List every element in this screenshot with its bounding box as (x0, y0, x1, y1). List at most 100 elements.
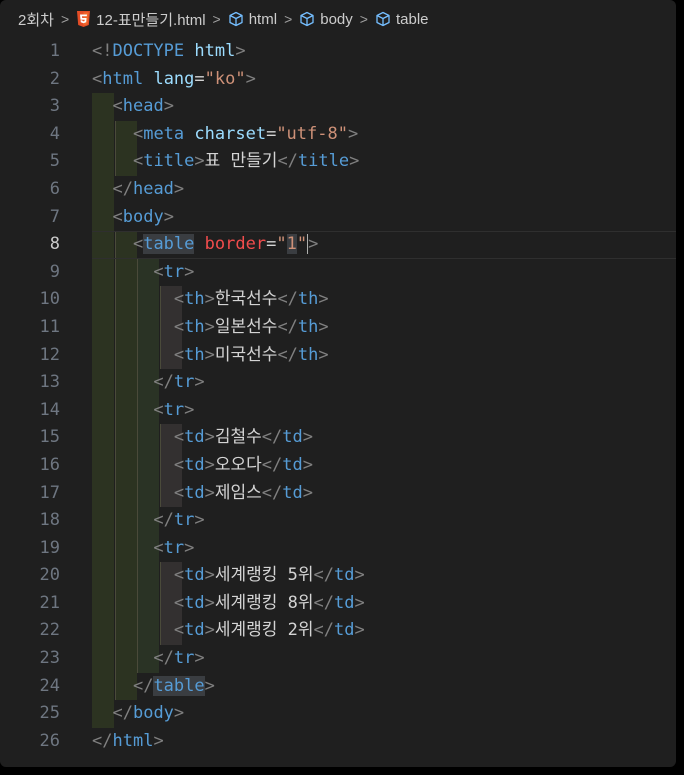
code-token: > (235, 41, 246, 61)
code-token: > (347, 123, 359, 144)
code-line[interactable]: 13 </tr> (0, 369, 676, 397)
code-editor[interactable]: 2회차 > 12-표만들기.html > html > body > table… (0, 0, 676, 767)
code-line[interactable]: 9 <tr> (0, 258, 676, 287)
code-token: < (173, 427, 185, 448)
code-token: > (349, 151, 360, 172)
code-text: <td>김철수</td> (92, 424, 313, 452)
code-token: " (296, 234, 308, 255)
code-token: td (184, 482, 205, 503)
code-token: < (112, 206, 123, 227)
code-line[interactable]: 25 </body> (0, 700, 676, 728)
code-token: </ (313, 592, 335, 613)
code-token: th (297, 316, 319, 337)
code-line[interactable]: 10 <th>한국선수</th> (0, 286, 676, 314)
code-line[interactable]: 11 <th>일본선수</th> (0, 313, 676, 342)
code-token: 오오다 (214, 454, 262, 475)
breadcrumb-folder[interactable]: 2회차 (18, 9, 54, 30)
code-line[interactable]: 17 <td>제임스</td> (0, 479, 676, 508)
code-token: < (112, 96, 123, 117)
code-token: > (184, 537, 195, 558)
code-token: tr (163, 399, 185, 420)
code-token: = (266, 234, 277, 255)
code-token: < (173, 454, 185, 475)
code-line[interactable]: 2 <html lang="ko"> (0, 66, 676, 94)
code-line[interactable]: 26 </html> (0, 728, 676, 756)
code-text: <td>세계랭킹 5위</td> (92, 562, 365, 590)
code-line[interactable]: 4 <meta charset="utf-8"> (0, 120, 676, 149)
breadcrumb-file[interactable]: 12-표만들기.html (76, 9, 206, 30)
code-token: = (266, 123, 277, 144)
code-token: DOCTYPE (112, 41, 185, 61)
code-token: < (173, 592, 185, 613)
code-line[interactable]: 3 <head> (0, 93, 676, 121)
code-token: > (302, 427, 314, 448)
code-token: > (318, 344, 329, 365)
code-token: > (204, 592, 215, 613)
code-token: </ (277, 151, 298, 172)
line-number: 3 (49, 96, 60, 117)
code-token: 미국선수 (214, 344, 278, 365)
code-text: </tr> (92, 507, 204, 535)
code-token: > (163, 206, 174, 227)
code-token: th (184, 316, 205, 337)
code-line[interactable]: 6 </head> (0, 175, 676, 204)
code-line[interactable]: 24 </table> (0, 672, 676, 701)
code-token: table (153, 675, 205, 696)
code-token: td (282, 427, 303, 448)
code-token: </ (261, 427, 283, 448)
code-line[interactable]: 22 <td>세계랭킹 2위</td> (0, 617, 676, 646)
line-number: 22 (39, 620, 60, 641)
code-line[interactable]: 12 <th>미국선수</th> (0, 341, 676, 370)
code-text: </table> (92, 673, 215, 701)
code-token: body (122, 206, 164, 227)
code-token: > (204, 427, 215, 448)
code-line[interactable]: 14 <tr> (0, 396, 676, 425)
line-number: 5 (49, 151, 60, 172)
code-token: </ (277, 316, 298, 337)
code-token: border (204, 234, 267, 255)
code-token: td (184, 427, 205, 448)
code-token: </ (261, 482, 283, 503)
code-token: td (334, 620, 355, 641)
code-token: </ (277, 289, 298, 310)
code-line[interactable]: 19 <tr> (0, 534, 676, 563)
code-line[interactable]: 1 <!DOCTYPE html> (0, 38, 676, 66)
code-line[interactable]: 18 </tr> (0, 507, 676, 535)
code-token: > (204, 454, 215, 475)
code-line[interactable]: 20 <td>세계랭킹 5위</td> (0, 562, 676, 590)
code-line[interactable]: 15 <td>김철수</td> (0, 424, 676, 452)
code-token: tr (173, 372, 195, 393)
code-token: td (184, 565, 205, 586)
code-text: <html lang="ko"> (92, 66, 256, 94)
line-number: 23 (39, 648, 60, 669)
code-line[interactable]: 21 <td>세계랭킹 8위</td> (0, 589, 676, 618)
code-line[interactable]: 16 <td>오오다</td> (0, 451, 676, 480)
line-number: 26 (39, 730, 60, 751)
code-line[interactable]: 23 </tr> (0, 645, 676, 673)
breadcrumb-symbol-body[interactable]: body (299, 11, 353, 28)
code-line[interactable]: 7 <body> (0, 203, 676, 232)
line-number: 21 (39, 592, 60, 613)
code-text: <meta charset="utf-8"> (92, 121, 358, 149)
code-token: > (194, 648, 205, 669)
code-line[interactable]: 5 <title>표 만들기</title> (0, 148, 676, 176)
code-token: tr (163, 537, 185, 558)
code-text: <td>오오다</td> (92, 452, 313, 480)
code-token: </ (153, 510, 174, 531)
code-text: </html> (92, 728, 164, 756)
code-text: <th>일본선수</th> (92, 314, 329, 342)
code-line[interactable]: 8 <table border="1"> (0, 231, 676, 259)
line-number: 14 (39, 399, 60, 420)
code-token: head (122, 96, 164, 117)
code-area[interactable]: 1 <!DOCTYPE html> 2 <html lang="ko"> 3 <head… (0, 38, 676, 755)
code-text: <td>세계랭킹 2위</td> (92, 617, 365, 645)
breadcrumb-symbol-table[interactable]: table (375, 11, 429, 28)
breadcrumb-symbol-html[interactable]: html (228, 11, 277, 28)
